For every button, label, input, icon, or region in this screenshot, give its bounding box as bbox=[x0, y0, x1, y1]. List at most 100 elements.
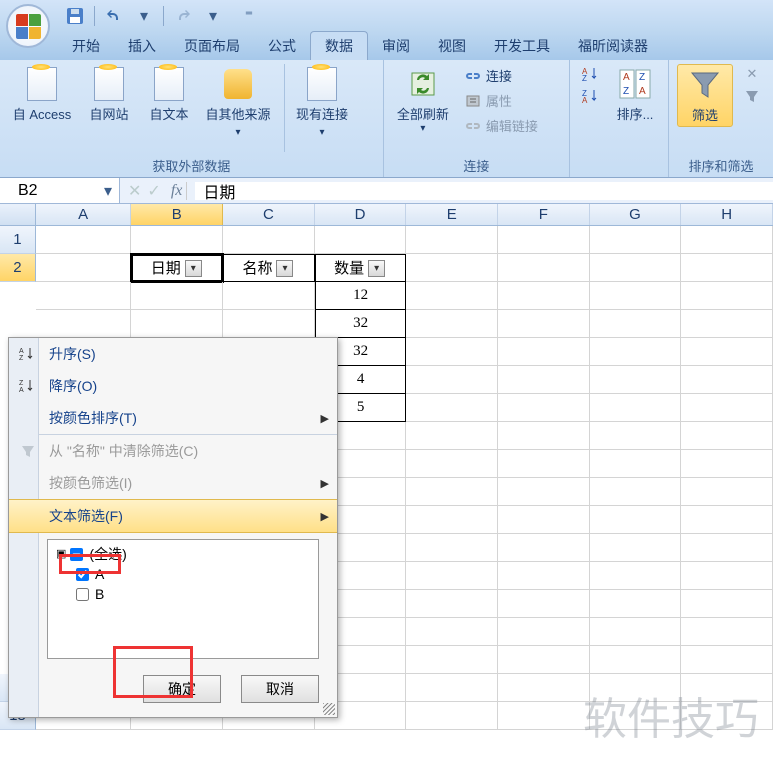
undo-icon[interactable] bbox=[103, 5, 125, 27]
cell[interactable] bbox=[590, 366, 682, 394]
cell[interactable] bbox=[406, 282, 498, 310]
filter-dropdown-icon[interactable]: ▾ bbox=[185, 260, 202, 277]
cell[interactable] bbox=[681, 422, 773, 450]
select-all-checkbox[interactable] bbox=[70, 548, 83, 561]
cell[interactable] bbox=[131, 226, 223, 254]
cell[interactable] bbox=[681, 646, 773, 674]
ok-button[interactable]: 确定 bbox=[143, 675, 221, 703]
filter-option-checkbox[interactable] bbox=[76, 588, 89, 601]
cell[interactable]: 名称▾ bbox=[223, 254, 315, 282]
ribbon-tab-8[interactable]: 福昕阅读器 bbox=[564, 32, 662, 60]
cell[interactable] bbox=[498, 478, 590, 506]
select-all-corner[interactable] bbox=[0, 204, 36, 225]
cell[interactable] bbox=[498, 394, 590, 422]
cell[interactable] bbox=[498, 450, 590, 478]
cell[interactable] bbox=[681, 254, 773, 282]
cell[interactable] bbox=[498, 674, 590, 702]
cell[interactable] bbox=[406, 618, 498, 646]
cell[interactable] bbox=[406, 226, 498, 254]
cell[interactable] bbox=[36, 226, 132, 254]
filter-values-tree[interactable]: ▣ (全选) AB bbox=[47, 539, 319, 659]
cell[interactable] bbox=[498, 422, 590, 450]
cell[interactable] bbox=[681, 534, 773, 562]
redo-icon[interactable] bbox=[172, 5, 194, 27]
tree-toggle-icon[interactable]: ▣ bbox=[56, 544, 66, 564]
cell[interactable] bbox=[590, 702, 682, 730]
cell[interactable] bbox=[681, 310, 773, 338]
filter-option-checkbox[interactable] bbox=[76, 568, 89, 581]
office-button[interactable] bbox=[6, 4, 50, 48]
cell[interactable] bbox=[406, 254, 498, 282]
name-box-input[interactable] bbox=[0, 182, 100, 200]
cell[interactable] bbox=[681, 702, 773, 730]
cell[interactable] bbox=[590, 506, 682, 534]
cell[interactable] bbox=[498, 702, 590, 730]
cell[interactable] bbox=[223, 226, 315, 254]
select-all-checkbox-row[interactable]: ▣ (全选) bbox=[56, 544, 310, 564]
ribbon-tab-2[interactable]: 页面布局 bbox=[170, 32, 254, 60]
cell[interactable] bbox=[590, 282, 682, 310]
ribbon-tab-1[interactable]: 插入 bbox=[114, 32, 170, 60]
namebox-dropdown-icon[interactable]: ▾ bbox=[100, 181, 116, 201]
col-header[interactable]: D bbox=[315, 204, 407, 225]
cell[interactable] bbox=[36, 254, 132, 282]
cell[interactable] bbox=[498, 590, 590, 618]
filter-option-row[interactable]: B bbox=[76, 584, 310, 604]
refresh-all-button[interactable]: 全部刷新 ▾ bbox=[392, 64, 454, 134]
col-header[interactable]: B bbox=[131, 204, 223, 225]
cell[interactable] bbox=[590, 450, 682, 478]
external-existing-button[interactable]: 现有连接 ▾ bbox=[295, 64, 349, 138]
cell[interactable] bbox=[681, 506, 773, 534]
external-other-button[interactable]: 自其他来源 ▾ bbox=[202, 64, 274, 138]
cell[interactable] bbox=[131, 310, 223, 338]
row-header[interactable]: 1 bbox=[0, 226, 36, 254]
cell[interactable] bbox=[590, 590, 682, 618]
reapply-button[interactable] bbox=[739, 86, 765, 106]
cell[interactable] bbox=[681, 394, 773, 422]
ribbon-tab-7[interactable]: 开发工具 bbox=[480, 32, 564, 60]
col-header[interactable]: C bbox=[223, 204, 315, 225]
cell[interactable] bbox=[36, 282, 132, 310]
cell[interactable] bbox=[498, 254, 590, 282]
row-header[interactable]: 2 bbox=[0, 254, 36, 282]
cell[interactable] bbox=[590, 394, 682, 422]
col-header[interactable]: F bbox=[498, 204, 590, 225]
cell[interactable] bbox=[498, 534, 590, 562]
cell[interactable] bbox=[498, 646, 590, 674]
cell[interactable] bbox=[406, 366, 498, 394]
cell[interactable]: 数量▾ bbox=[315, 254, 407, 282]
conn-link-button[interactable]: 连接 bbox=[460, 64, 542, 87]
ribbon-tab-5[interactable]: 审阅 bbox=[368, 32, 424, 60]
external-text-button[interactable]: 自文本 bbox=[142, 64, 196, 123]
cell[interactable] bbox=[590, 646, 682, 674]
resize-grip-icon[interactable] bbox=[323, 703, 335, 715]
cell[interactable] bbox=[498, 226, 590, 254]
cell[interactable] bbox=[406, 394, 498, 422]
cell[interactable] bbox=[681, 366, 773, 394]
cell[interactable] bbox=[498, 310, 590, 338]
cell[interactable] bbox=[681, 226, 773, 254]
cell[interactable] bbox=[223, 282, 315, 310]
redo-more-icon[interactable]: ▾ bbox=[202, 5, 224, 27]
sort-asc-menuitem[interactable]: AZ 升序(S) bbox=[9, 338, 337, 370]
fx-icon[interactable]: fx bbox=[167, 182, 188, 200]
cell[interactable] bbox=[406, 674, 498, 702]
cancel-button[interactable]: 取消 bbox=[241, 675, 319, 703]
sort-asc-button[interactable]: AZ bbox=[578, 64, 604, 84]
cell[interactable] bbox=[590, 226, 682, 254]
cell[interactable] bbox=[406, 534, 498, 562]
cell[interactable] bbox=[406, 590, 498, 618]
cell[interactable] bbox=[406, 338, 498, 366]
cell[interactable] bbox=[406, 450, 498, 478]
filter-dropdown-icon[interactable]: ▾ bbox=[368, 260, 385, 277]
formula-input[interactable] bbox=[195, 182, 773, 200]
cell[interactable] bbox=[406, 562, 498, 590]
cell[interactable]: 日期▾ bbox=[131, 254, 223, 282]
cell[interactable] bbox=[681, 282, 773, 310]
save-icon[interactable] bbox=[64, 5, 86, 27]
cell[interactable] bbox=[223, 310, 315, 338]
cell[interactable] bbox=[406, 702, 498, 730]
cell[interactable] bbox=[590, 618, 682, 646]
external-web-button[interactable]: 自网站 bbox=[82, 64, 136, 123]
col-header[interactable]: G bbox=[590, 204, 682, 225]
